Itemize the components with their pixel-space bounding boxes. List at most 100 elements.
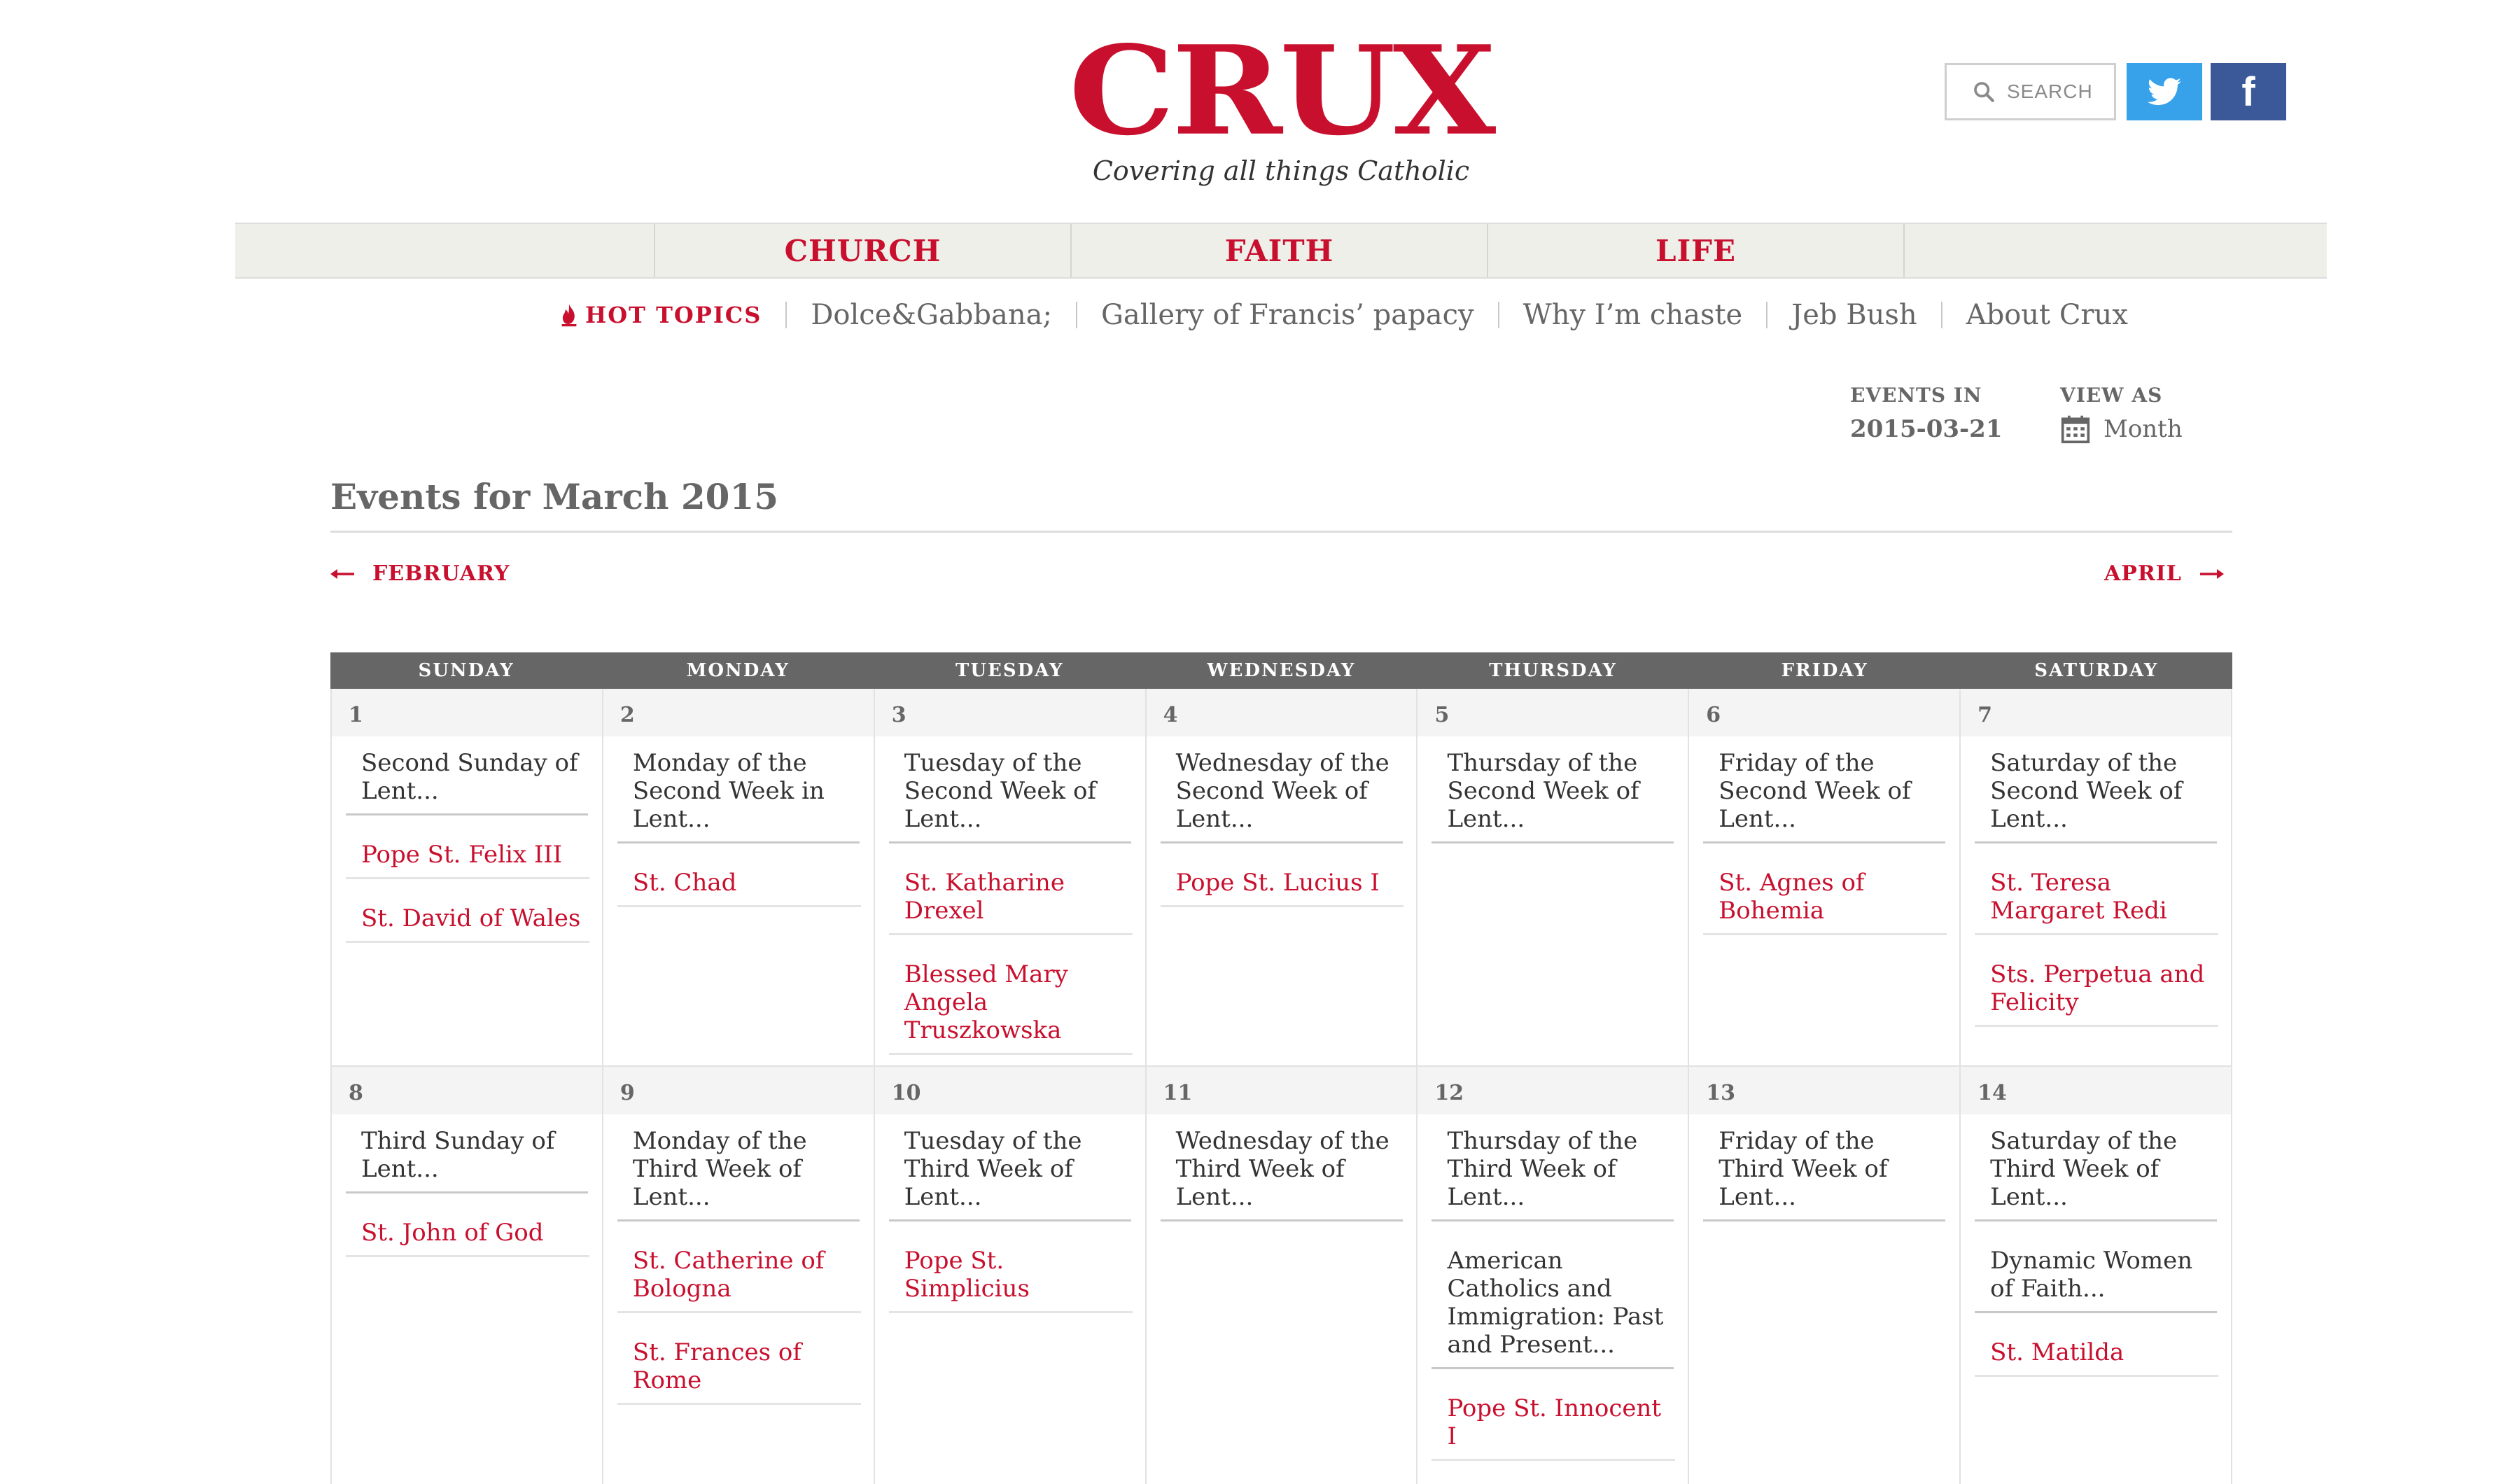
event-link[interactable]: Pope St. Lucius I: [1160, 864, 1404, 907]
day-events: Second Sunday of Lent... Pope St. Felix I…: [332, 736, 602, 943]
day-events: Monday of the Third Week of Lent... St. C…: [603, 1114, 874, 1405]
site-logo[interactable]: CRUX Covering all things Catholic: [1050, 21, 1512, 186]
event-link[interactable]: St. David of Wales: [346, 900, 589, 943]
day-number[interactable]: 14: [1961, 1067, 2232, 1114]
arrow-right-icon: [2199, 568, 2224, 579]
event-link[interactable]: Thursday of the Second Week of Lent...: [1432, 745, 1674, 844]
event-link[interactable]: Tuesday of the Third Week of Lent...: [888, 1123, 1131, 1222]
facebook-button[interactable]: f: [2211, 63, 2286, 120]
event-link[interactable]: Blessed Mary Angela Truszkowska: [888, 956, 1133, 1055]
day-number[interactable]: 4: [1146, 689, 1417, 736]
day-number[interactable]: 3: [874, 689, 1145, 736]
hot-topic-link[interactable]: Jeb Bush: [1791, 299, 1917, 331]
event-link[interactable]: St. John of God: [346, 1214, 589, 1257]
day-number[interactable]: 11: [1146, 1067, 1417, 1114]
twitter-button[interactable]: [2127, 63, 2202, 120]
calendar-day-names: SUNDAY MONDAY TUESDAY WEDNESDAY THURSDAY…: [330, 652, 2232, 689]
topic-divider: [1075, 302, 1077, 328]
event-link[interactable]: St. Katharine Drexel: [888, 864, 1133, 935]
event-link[interactable]: Second Sunday of Lent...: [346, 745, 588, 816]
arrow-left-icon: [330, 568, 354, 579]
title-divider: [330, 531, 2232, 533]
nav-item-church[interactable]: CHURCH: [655, 224, 1072, 277]
event-link[interactable]: St. Agnes of Bohemia: [1703, 864, 1947, 935]
day-number[interactable]: 5: [1418, 689, 1688, 736]
hot-topic-link[interactable]: Gallery of Francis’ papacy: [1101, 299, 1474, 331]
day-number[interactable]: 9: [603, 1067, 874, 1114]
calendar-day: 7 Saturday of the Second Week of Lent... S…: [1961, 689, 2233, 1067]
day-number[interactable]: 1: [332, 689, 602, 736]
event-link[interactable]: Monday of the Third Week of Lent...: [617, 1123, 860, 1222]
logo-wordmark[interactable]: CRUX: [1050, 27, 1512, 155]
day-number[interactable]: 8: [332, 1067, 602, 1114]
event-link[interactable]: Sts. Perpetua and Felicity: [1975, 956, 2219, 1027]
event-link[interactable]: Pope St. Felix III: [346, 836, 589, 879]
events-in-date[interactable]: 2015-03-21: [1850, 415, 2002, 443]
event-link[interactable]: Monday of the Second Week in Lent...: [617, 745, 860, 844]
day-name: MONDAY: [686, 660, 790, 681]
calendar-day: 5 Thursday of the Second Week of Lent...: [1418, 689, 1690, 1067]
hot-topic-link[interactable]: Why I’m chaste: [1523, 299, 1743, 331]
event-link[interactable]: Tuesday of the Second Week of Lent...: [888, 745, 1131, 844]
day-events: Monday of the Second Week in Lent... St. …: [603, 736, 874, 907]
nav-spacer-left: [235, 224, 655, 277]
hot-topic-link[interactable]: Dolce&Gabbana;: [811, 299, 1052, 331]
events-in-control[interactable]: EVENTS IN 2015-03-21: [1850, 384, 2002, 443]
event-link[interactable]: Wednesday of the Second Week of Lent...: [1160, 745, 1403, 844]
event-link[interactable]: Thursday of the Third Week of Lent...: [1432, 1123, 1674, 1222]
hot-topics-label: HOT TOPICS: [560, 302, 762, 328]
main-nav: CHURCH FAITH LIFE: [235, 223, 2327, 279]
day-number[interactable]: 2: [603, 689, 874, 736]
next-month-label: APRIL: [2104, 561, 2182, 586]
event-link[interactable]: Dynamic Women of Faith...: [1975, 1242, 2218, 1313]
view-as-selector[interactable]: Month: [2060, 414, 2183, 444]
twitter-icon: [2148, 78, 2181, 106]
event-link[interactable]: Saturday of the Second Week of Lent...: [1975, 745, 2218, 844]
calendar-week: 1 Second Sunday of Lent... Pope St. Felix …: [330, 689, 2233, 1067]
day-name: SATURDAY: [2034, 660, 2159, 681]
calendar-day: 3 Tuesday of the Second Week of Lent... St…: [874, 689, 1147, 1067]
day-events: Tuesday of the Third Week of Lent... Pope…: [875, 1114, 1145, 1313]
event-link[interactable]: Saturday of the Third Week of Lent...: [1975, 1123, 2218, 1222]
event-link[interactable]: St. Catherine of Bologna: [617, 1242, 861, 1313]
day-number[interactable]: 6: [1689, 689, 1960, 736]
day-number[interactable]: 10: [874, 1067, 1145, 1114]
nav-spacer-right: [1905, 224, 2327, 277]
day-events: Third Sunday of Lent... St. John of God: [332, 1114, 602, 1257]
month-calendar: SUNDAY MONDAY TUESDAY WEDNESDAY THURSDAY…: [330, 652, 2233, 1484]
nav-item-faith[interactable]: FAITH: [1072, 224, 1488, 277]
view-as-control[interactable]: VIEW AS Month: [2060, 384, 2183, 444]
nav-item-life[interactable]: LIFE: [1488, 224, 1905, 277]
event-link[interactable]: St. Chad: [617, 864, 861, 907]
day-events: Thursday of the Second Week of Lent...: [1418, 736, 1688, 844]
search-button[interactable]: SEARCH: [1945, 63, 2116, 120]
day-name: THURSDAY: [1489, 660, 1618, 681]
day-number[interactable]: 13: [1689, 1067, 1960, 1114]
next-month-link[interactable]: APRIL: [2104, 561, 2224, 586]
day-number[interactable]: 12: [1418, 1067, 1688, 1114]
hot-topics-text: HOT TOPICS: [585, 302, 762, 328]
hot-topic-link[interactable]: About Crux: [1966, 299, 2128, 331]
event-link[interactable]: Wednesday of the Third Week of Lent...: [1160, 1123, 1403, 1222]
topic-divider: [1766, 302, 1768, 328]
event-link[interactable]: St. Matilda: [1975, 1334, 2219, 1377]
day-name: SUNDAY: [418, 660, 514, 681]
event-link[interactable]: St. Frances of Rome: [617, 1334, 861, 1405]
event-link[interactable]: American Catholics and Immigration: Past…: [1432, 1242, 1674, 1369]
nav-item-label: FAITH: [1224, 233, 1334, 268]
search-icon: [1974, 82, 1994, 102]
event-link[interactable]: St. Teresa Margaret Redi: [1975, 864, 2219, 935]
topic-divider: [785, 302, 788, 328]
event-link[interactable]: Friday of the Third Week of Lent...: [1703, 1123, 1946, 1222]
calendar-day: 4 Wednesday of the Second Week of Lent...…: [1146, 689, 1418, 1067]
flame-icon: [561, 304, 577, 327]
topic-divider: [1497, 302, 1499, 328]
calendar-day: 2 Monday of the Second Week in Lent... St.…: [603, 689, 875, 1067]
event-link[interactable]: Pope St. Innocent I: [1432, 1390, 1676, 1461]
day-number[interactable]: 7: [1961, 689, 2232, 736]
event-link[interactable]: Third Sunday of Lent...: [346, 1123, 588, 1194]
event-link[interactable]: Pope St. Simplicius: [888, 1242, 1133, 1313]
prev-month-link[interactable]: FEBRUARY: [330, 561, 510, 586]
page-title: Events for March 2015: [330, 476, 779, 517]
event-link[interactable]: Friday of the Second Week of Lent...: [1703, 745, 1946, 844]
